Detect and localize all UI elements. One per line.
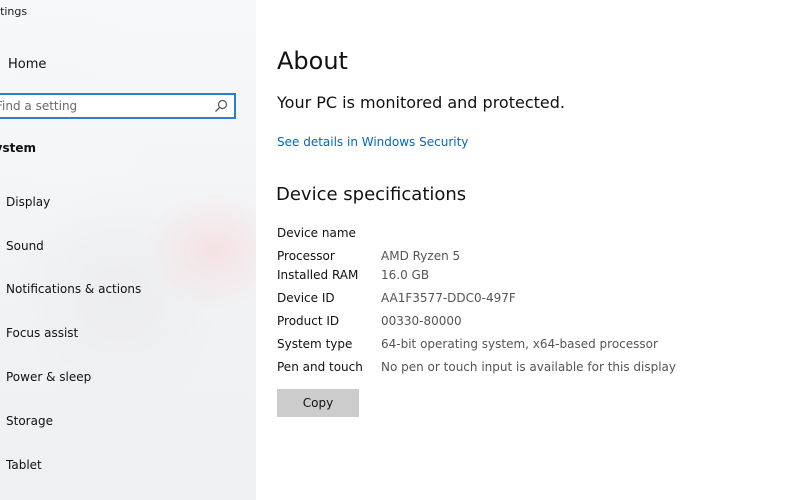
sidebar-item-display[interactable]: Display (0, 180, 256, 224)
device-specifications-heading: Device specifications (276, 184, 467, 205)
spec-row-system-type: System type 64-bit operating system, x64… (277, 335, 777, 353)
sidebar-nav: Display Sound Notifications & actions Fo… (0, 180, 256, 487)
sidebar-item-power-sleep[interactable]: Power & sleep (0, 355, 256, 399)
spec-value: 64-bit operating system, x64-based proce… (381, 337, 658, 351)
spec-row-pen-touch: Pen and touch No pen or touch input is a… (277, 358, 777, 376)
spec-label: Pen and touch (277, 360, 363, 374)
settings-window: Settings ⌂ Home System Display Sound (0, 0, 800, 500)
spec-row-device-id: Device ID AA1F3577-DDC0-497F (277, 289, 777, 307)
sidebar-section-title: System (0, 141, 36, 155)
spec-label: Product ID (277, 314, 340, 328)
spec-value: No pen or touch input is available for t… (381, 360, 677, 374)
sidebar-item-storage[interactable]: Storage (0, 399, 256, 443)
sidebar-item-label: Power & sleep (6, 370, 92, 385)
sidebar-item-tablet[interactable]: Tablet (0, 443, 256, 487)
sidebar-item-label: Storage (6, 413, 53, 428)
sidebar-item-label: Focus assist (6, 326, 79, 341)
windows-security-link[interactable]: See details in Windows Security (277, 135, 468, 149)
sidebar-item-home[interactable]: ⌂ Home (0, 52, 188, 76)
sidebar-item-sound[interactable]: Sound (0, 224, 256, 268)
spec-label: Processor (277, 249, 335, 263)
spec-value: 16.0 GB (381, 268, 430, 282)
page-title: About (277, 47, 348, 75)
sidebar-item-label: Notifications & actions (6, 282, 142, 297)
protection-status: Your PC is monitored and protected. (277, 93, 565, 112)
spec-row-processor: Processor AMD Ryzen 5 (277, 247, 777, 265)
spec-row-product-id: Product ID 00330-80000 (277, 312, 777, 330)
spec-value: AA1F3577-DDC0-497F (381, 291, 516, 305)
home-label: Home (8, 56, 47, 72)
home-icon: ⌂ (0, 56, 4, 72)
copy-button[interactable]: Copy (277, 389, 359, 417)
spec-value: AMD Ryzen 5 (381, 249, 461, 263)
sidebar-item-label: Tablet (6, 457, 42, 472)
sidebar-item-notifications[interactable]: Notifications & actions (0, 268, 256, 312)
app-title: Settings (0, 5, 28, 18)
sidebar-item-focus-assist[interactable]: Focus assist (0, 311, 256, 355)
spec-value: 00330-80000 (381, 314, 462, 328)
spec-label: Device ID (277, 291, 335, 305)
search-box[interactable] (0, 93, 236, 119)
spec-label: Device name (277, 226, 356, 240)
spec-row-installed-ram: Installed RAM 16.0 GB (277, 266, 777, 284)
search-input[interactable] (0, 95, 201, 117)
spec-label: System type (277, 337, 353, 351)
sidebar-item-label: Sound (6, 238, 44, 253)
sidebar-item-label: Display (6, 194, 51, 209)
search-icon[interactable] (214, 99, 228, 113)
spec-row-device-name: Device name (277, 224, 777, 242)
main-content: About Your PC is monitored and protected… (256, 0, 800, 500)
spec-label: Installed RAM (277, 268, 359, 282)
sidebar: Settings ⌂ Home System Display Sound (0, 0, 256, 500)
